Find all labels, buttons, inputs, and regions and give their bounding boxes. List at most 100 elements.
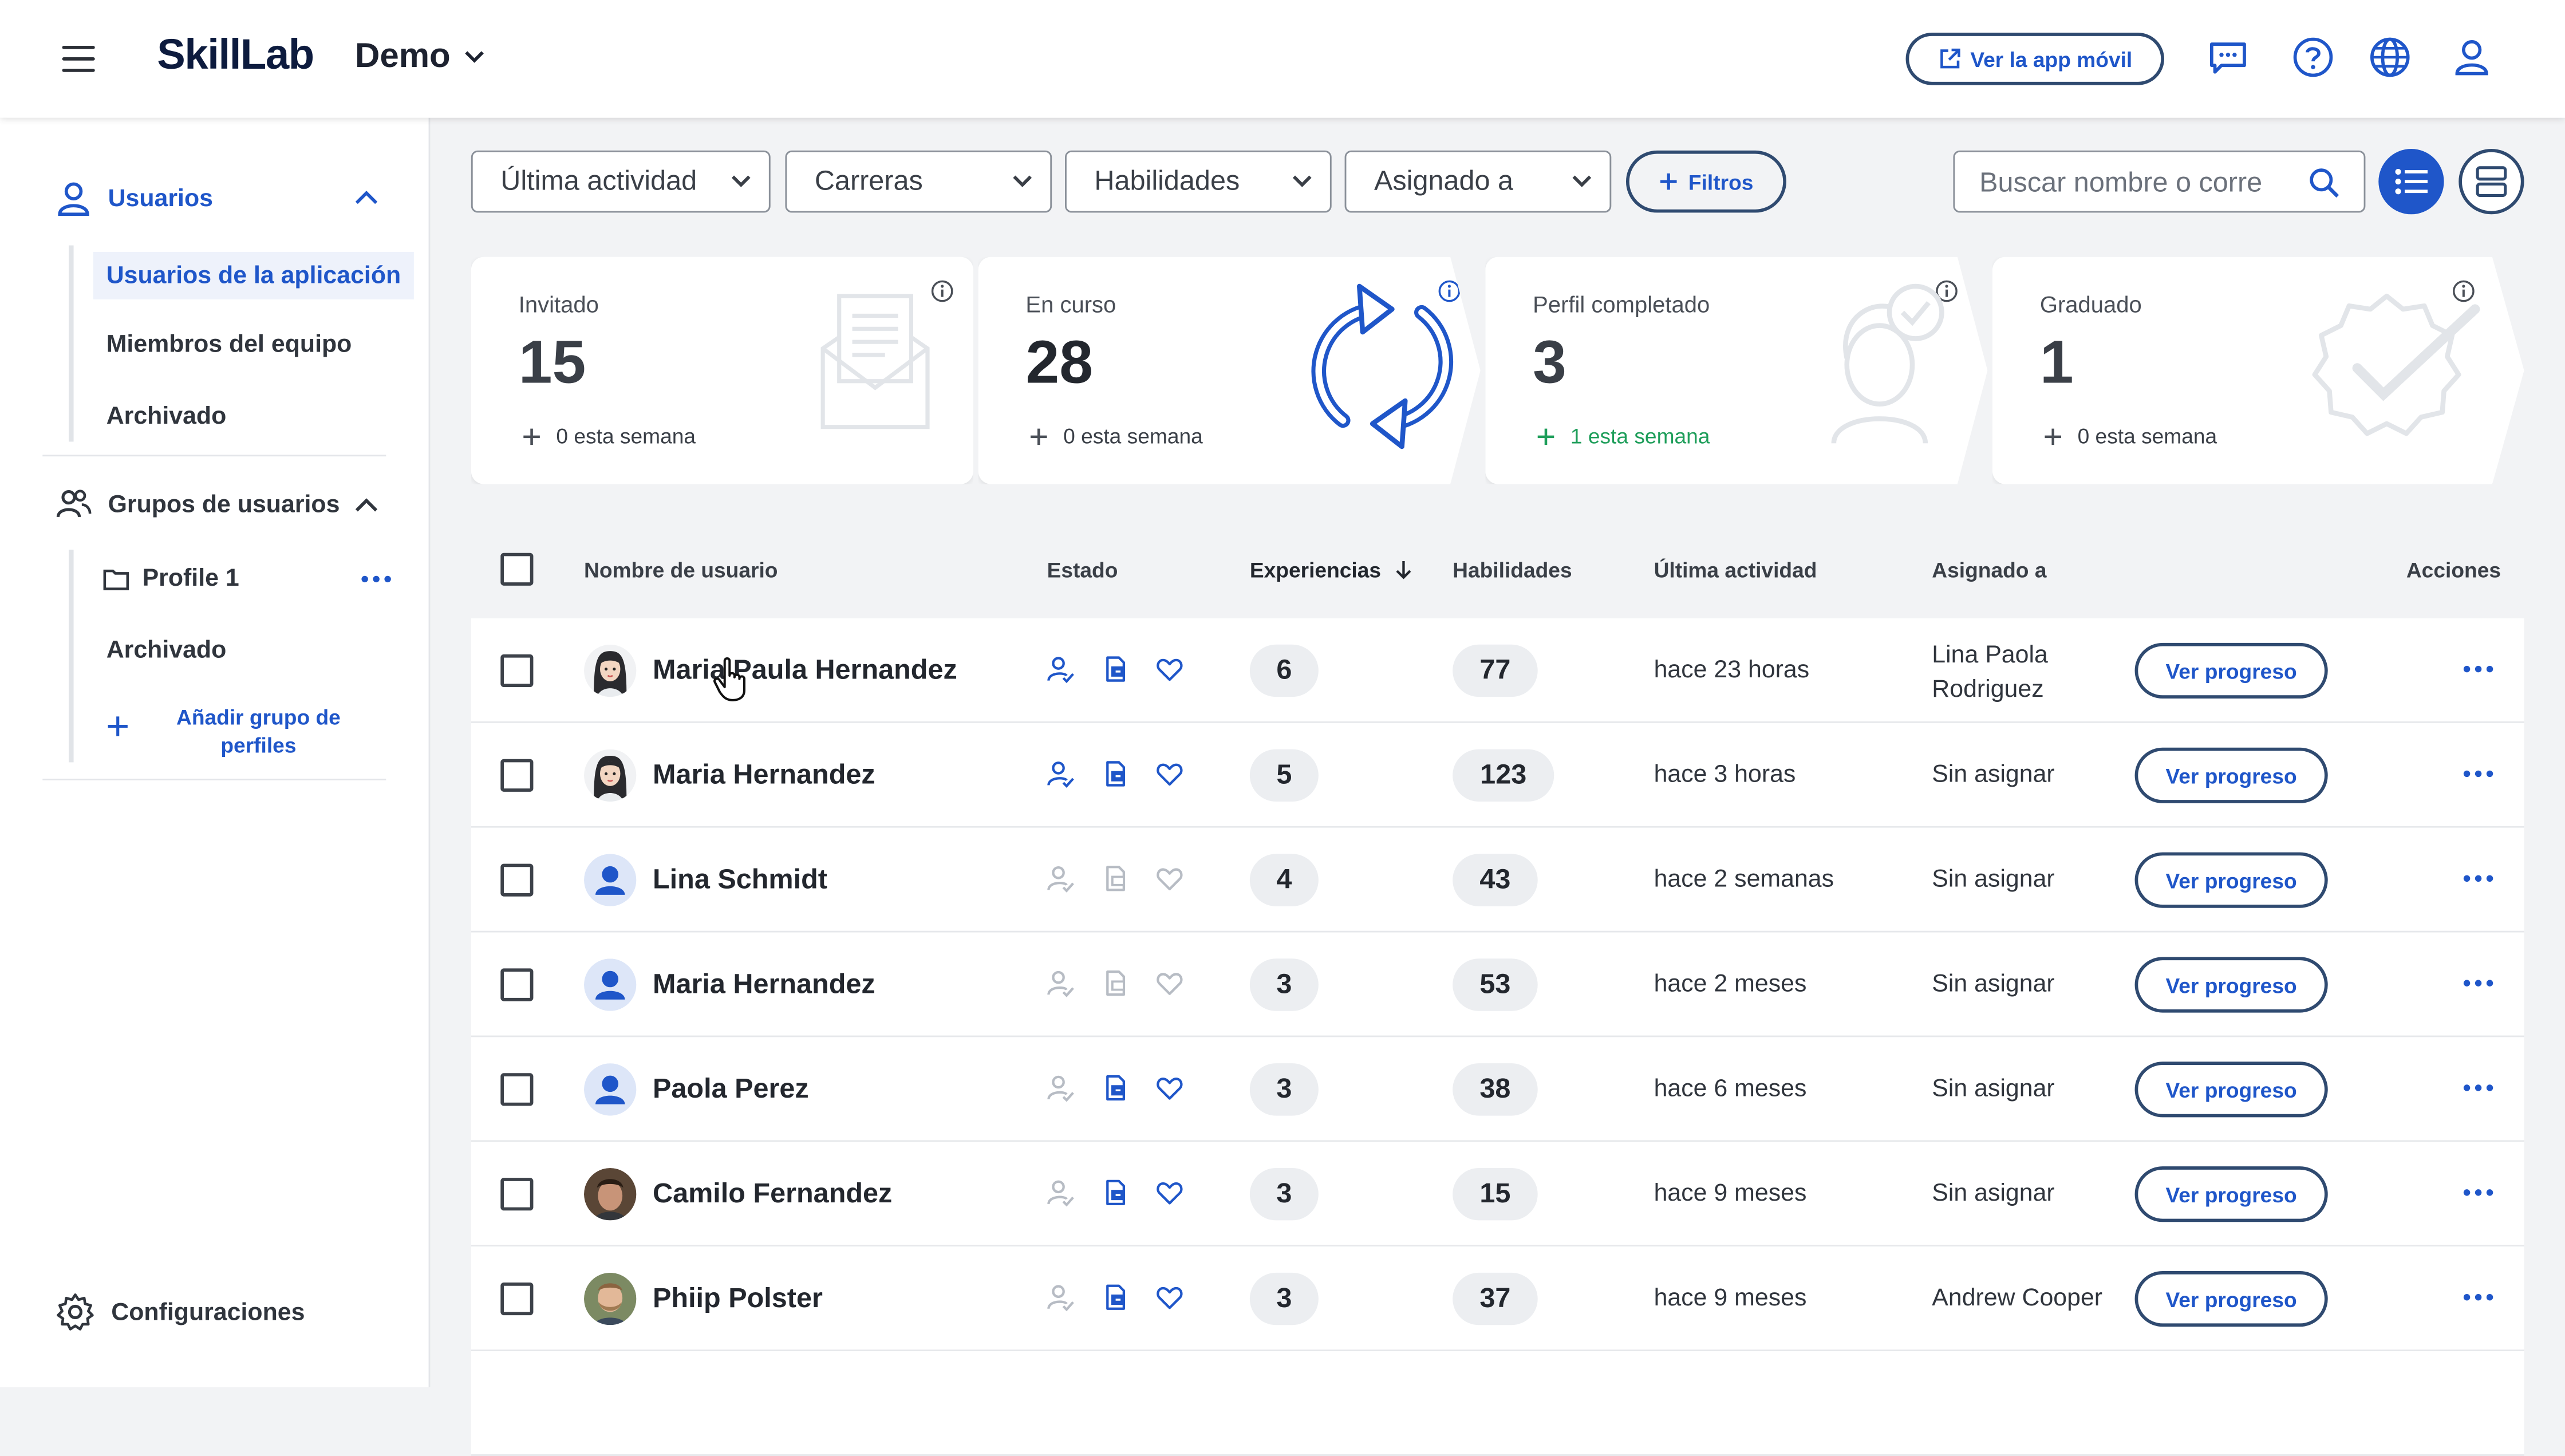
row-checkbox[interactable] <box>500 654 534 687</box>
gear-icon <box>57 1293 94 1331</box>
user-name[interactable]: Maria Hernandez <box>653 759 875 792</box>
info-icon[interactable] <box>931 280 954 303</box>
row-checkbox[interactable] <box>500 1283 534 1316</box>
row-checkbox[interactable] <box>500 1073 534 1106</box>
more-actions-icon[interactable] <box>2463 770 2493 778</box>
column-last-activity[interactable]: Última actividad <box>1654 558 1817 582</box>
more-actions-icon[interactable] <box>2463 875 2493 882</box>
user-name[interactable]: Phiip Polster <box>653 1283 823 1315</box>
add-profile-group-button[interactable]: Añadir grupo de perfiles <box>159 704 358 759</box>
assigned-to: Andrew Cooper <box>1932 1284 2103 1312</box>
user-name[interactable]: Paola Perez <box>653 1073 809 1106</box>
skills-count: 38 <box>1453 1063 1538 1116</box>
sidebar-item-team-members[interactable]: Miembros del equipo <box>106 330 352 358</box>
profile-status-icon <box>1101 654 1130 684</box>
view-progress-button[interactable]: Ver progreso <box>2134 957 2328 1013</box>
table-row[interactable]: Camilo Fernandez 3 15 hace 9 meses Sin a… <box>471 1142 2524 1247</box>
more-actions-icon[interactable] <box>2463 1084 2493 1091</box>
app-logo[interactable]: SkillLab <box>157 29 314 80</box>
skills-select[interactable]: Habilidades <box>1065 150 1332 213</box>
column-experiences[interactable]: Experiencias <box>1250 558 1413 582</box>
assigned-to: Sin asignar <box>1932 1075 2055 1103</box>
row-checkbox[interactable] <box>500 863 534 897</box>
chevron-up-icon[interactable] <box>353 498 380 514</box>
list-icon <box>2395 168 2428 195</box>
chevron-down-icon <box>1292 175 1312 187</box>
more-actions-icon[interactable] <box>2463 1189 2493 1196</box>
view-progress-button[interactable]: Ver progreso <box>2134 852 2328 908</box>
user-profile-icon[interactable] <box>2450 36 2493 78</box>
table-row[interactable]: Lina Schmidt 4 43 hace 2 semanas Sin asi… <box>471 827 2524 933</box>
column-status[interactable]: Estado <box>1047 558 1118 582</box>
globe-icon[interactable] <box>2369 36 2411 78</box>
assigned-to: Sin asignar <box>1932 1179 2055 1208</box>
plus-icon[interactable] <box>106 715 129 738</box>
status-card-profile-completed[interactable]: Perfil completado 3 1 esta semana <box>1485 257 1988 484</box>
view-progress-button[interactable]: Ver progreso <box>2134 1166 2328 1222</box>
experiences-count: 3 <box>1249 958 1319 1011</box>
list-view-button[interactable] <box>2378 149 2444 215</box>
invited-status-icon <box>1045 654 1075 684</box>
column-assigned-to[interactable]: Asignado a <box>1932 558 2046 582</box>
sidebar-item-archived-users[interactable]: Archivado <box>106 403 227 431</box>
more-actions-icon[interactable] <box>2463 1294 2493 1301</box>
view-progress-button[interactable]: Ver progreso <box>2134 642 2328 699</box>
status-card-in-progress[interactable]: En curso 28 0 esta semana <box>978 257 1481 484</box>
column-name[interactable]: Nombre de usuario <box>584 558 778 582</box>
org-selector[interactable]: Demo <box>355 38 487 77</box>
sidebar-item-app-users[interactable]: Usuarios de la aplicación <box>93 252 415 299</box>
menu-icon[interactable] <box>62 46 95 72</box>
users-section-header[interactable]: Usuarios <box>56 180 213 216</box>
search-icon[interactable] <box>2308 167 2341 199</box>
user-name[interactable]: Maria Hernandez <box>653 968 875 1001</box>
column-skills[interactable]: Habilidades <box>1453 558 1572 582</box>
settings-link[interactable]: Configuraciones <box>56 1292 305 1332</box>
user-groups-section-header[interactable]: Grupos de usuarios <box>56 487 340 520</box>
view-progress-button[interactable]: Ver progreso <box>2134 1271 2328 1327</box>
assigned-to-select[interactable]: Asignado a <box>1344 150 1612 213</box>
row-checkbox[interactable] <box>500 1178 534 1211</box>
folder-icon <box>103 569 129 590</box>
users-submenu: Usuarios de la aplicación Miembros del e… <box>69 245 415 442</box>
profile-status-icon <box>1101 759 1130 788</box>
more-actions-icon[interactable] <box>2463 665 2493 673</box>
skills-count: 77 <box>1453 644 1538 697</box>
sidebar-item-archived-groups[interactable]: Archivado <box>106 636 227 664</box>
status-card-invited[interactable]: Invitado 15 0 esta semana <box>471 257 973 484</box>
sidebar-divider <box>42 455 386 457</box>
table-row[interactable]: Paola Perez 3 38 hace 6 meses Sin asigna… <box>471 1037 2524 1142</box>
mobile-app-button[interactable]: Ver la app móvil <box>1905 33 2164 85</box>
avatar <box>584 1063 637 1116</box>
table-row[interactable]: Maria Paula Hernandez 6 77 hace 23 horas… <box>471 618 2524 723</box>
select-all-checkbox[interactable] <box>500 553 534 586</box>
table-row[interactable]: Maria Hernandez 3 53 hace 2 meses Sin as… <box>471 932 2524 1037</box>
last-activity: hace 23 horas <box>1654 656 1810 684</box>
invited-status-icon <box>1045 759 1075 788</box>
card-view-button[interactable] <box>2459 149 2524 215</box>
row-checkbox[interactable] <box>500 759 534 792</box>
profile-status-icon <box>1101 968 1130 997</box>
user-name[interactable]: Lina Schmidt <box>653 864 827 897</box>
user-name[interactable]: Maria Paula Hernandez <box>653 654 957 687</box>
last-activity-select[interactable]: Última actividad <box>471 150 771 213</box>
careers-select[interactable]: Carreras <box>785 150 1052 213</box>
plus-icon <box>2045 428 2062 444</box>
org-name: Demo <box>355 37 451 76</box>
help-icon[interactable] <box>2292 36 2334 78</box>
view-progress-button[interactable]: Ver progreso <box>2134 1062 2328 1118</box>
view-progress-button[interactable]: Ver progreso <box>2134 747 2328 803</box>
status-card-graduated[interactable]: Graduado 1 0 esta semana <box>1992 257 2524 484</box>
filters-button[interactable]: Filtros <box>1626 150 1786 213</box>
search-input[interactable] <box>1976 165 2274 202</box>
plus-icon <box>1660 173 1677 190</box>
table-row[interactable]: Phiip Polster 3 37 hace 9 meses Andrew C… <box>471 1246 2524 1351</box>
table-row[interactable]: Maria Hernandez 5 123 hace 3 horas Sin a… <box>471 723 2524 828</box>
group-more-icon[interactable] <box>361 575 391 583</box>
user-name[interactable]: Camilo Fernandez <box>653 1178 892 1210</box>
chevron-up-icon[interactable] <box>353 190 380 206</box>
table-row[interactable] <box>471 1351 2524 1456</box>
row-checkbox[interactable] <box>500 968 534 1001</box>
chat-icon[interactable] <box>2207 36 2249 78</box>
sidebar-item-profile-1[interactable]: Profile 1 <box>143 565 239 593</box>
more-actions-icon[interactable] <box>2463 980 2493 987</box>
